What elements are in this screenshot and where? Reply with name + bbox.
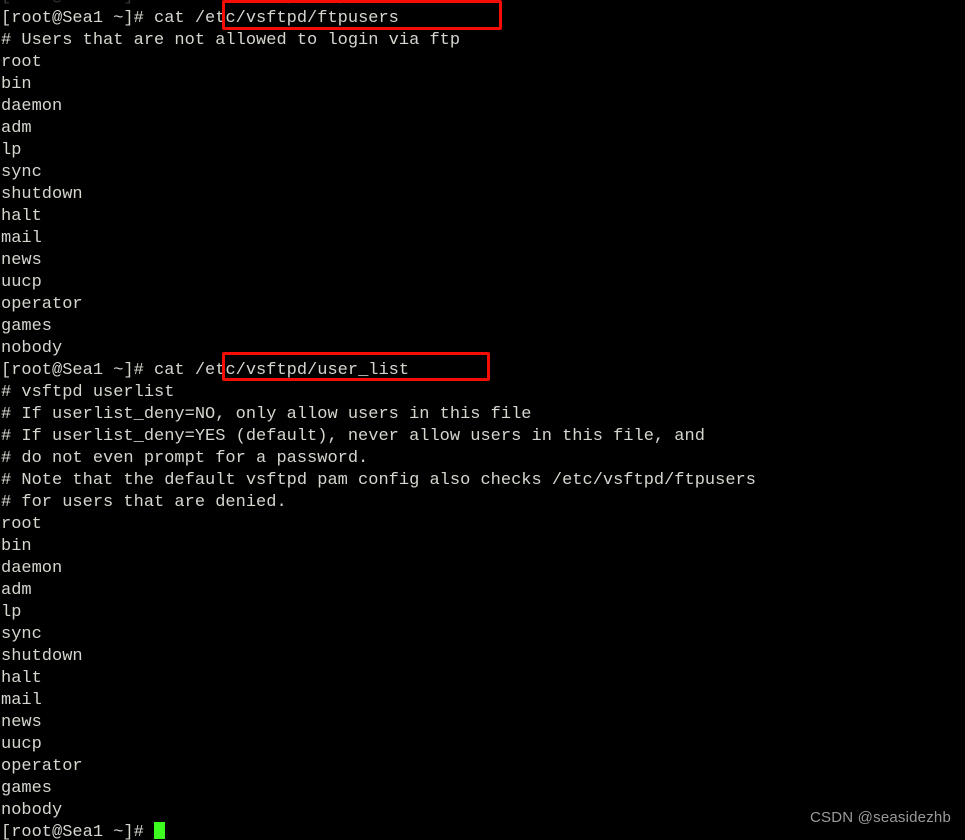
ftpusers-user: news [1, 251, 42, 270]
user-list-comment: # for users that are denied. [1, 493, 287, 512]
user-list-comment: # Note that the default vsftpd pam confi… [1, 471, 756, 490]
terminal-screen: [root@Sea1 ~]# cat /etc/vsftpd/ftpusers … [0, 0, 965, 840]
user-list-user: lp [1, 603, 22, 622]
command-line-user-list[interactable]: [root@Sea1 ~]# cat /etc/vsftpd/user_list [1, 360, 965, 382]
user-list-user: mail [1, 691, 42, 710]
user-list-user: adm [1, 581, 32, 600]
ftpusers-user: root [1, 53, 42, 72]
ftpusers-user: shutdown [1, 185, 83, 204]
terminal-window[interactable]: [root@Sea1 ~]# cat /etc/vsftpd/ftpusers … [0, 0, 965, 840]
shell-prompt: [root@Sea1 ~]# [1, 823, 155, 840]
user-list-comment: # If userlist_deny=YES (default), never … [1, 427, 705, 446]
ftpusers-user: bin [1, 75, 32, 94]
ftpusers-user: nobody [1, 339, 63, 358]
user-list-comment: # do not even prompt for a password. [1, 449, 369, 468]
user-list-user: daemon [1, 559, 63, 578]
user-list-user: bin [1, 537, 32, 556]
ftpusers-user: adm [1, 119, 32, 138]
command-name: cat [154, 361, 195, 380]
command-name: cat [154, 9, 195, 28]
user-list-user: halt [1, 669, 42, 688]
command-argument-user-list: /etc/vsftpd/user_list [194, 361, 410, 380]
user-list-comment: # vsftpd userlist [1, 383, 175, 402]
text-cursor [154, 822, 166, 839]
user-list-user: root [1, 515, 42, 534]
shell-prompt: [root@Sea1 ~]# [1, 361, 155, 380]
watermark: CSDN @seasidezhb [810, 809, 951, 826]
shell-prompt: [root@Sea1 ~]# [1, 9, 155, 28]
user-list-user: news [1, 713, 42, 732]
user-list-user: uucp [1, 735, 42, 754]
user-list-user: sync [1, 625, 42, 644]
ftpusers-user: sync [1, 163, 42, 182]
ftpusers-user: lp [1, 141, 22, 160]
ftpusers-user: uucp [1, 273, 42, 292]
scrolled-off-line: [root@Sea1 ~]# cat /etc/vsftpd/ftpusers [1, 0, 965, 8]
command-argument-ftpusers: /etc/vsftpd/ftpusers [194, 9, 399, 28]
ftpusers-comment: # Users that are not allowed to login vi… [1, 31, 461, 50]
command-line-ftpusers[interactable]: [root@Sea1 ~]# cat /etc/vsftpd/ftpusers [1, 8, 965, 30]
ftpusers-user: operator [1, 295, 83, 314]
user-list-user: games [1, 779, 53, 798]
user-list-user: operator [1, 757, 83, 776]
ftpusers-user: daemon [1, 97, 63, 116]
ftpusers-user: mail [1, 229, 42, 248]
user-list-comment: # If userlist_deny=NO, only allow users … [1, 405, 532, 424]
ftpusers-user: games [1, 317, 53, 336]
user-list-user: shutdown [1, 647, 83, 666]
ftpusers-user: halt [1, 207, 42, 226]
